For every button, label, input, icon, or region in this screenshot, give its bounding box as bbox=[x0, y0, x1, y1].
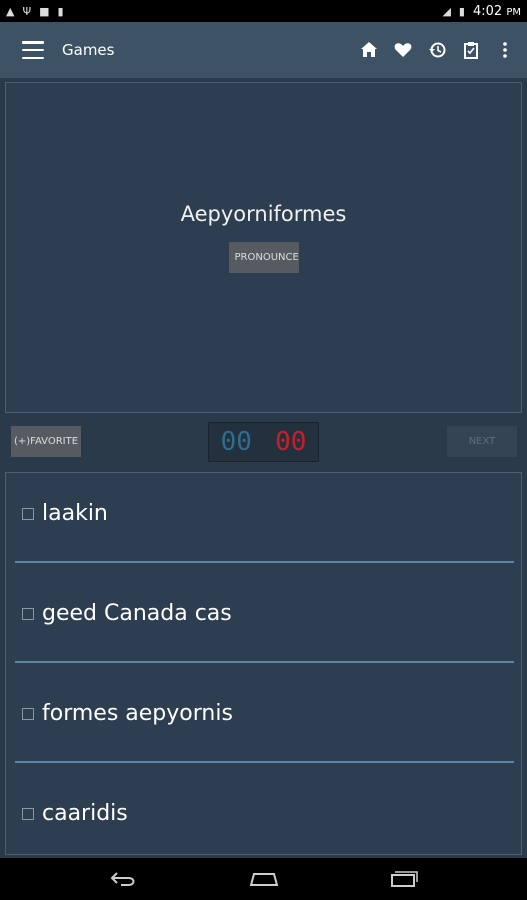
answer-option[interactable]: geed Canada cas bbox=[6, 573, 521, 673]
lock-icon: ■ bbox=[39, 4, 50, 18]
home-icon[interactable] bbox=[359, 40, 379, 60]
home-nav-icon[interactable] bbox=[244, 867, 284, 891]
divider bbox=[15, 561, 514, 563]
scoreboard: 00 00 bbox=[208, 422, 319, 462]
checkbox[interactable] bbox=[22, 807, 34, 820]
system-nav-bar bbox=[0, 858, 527, 900]
answer-option[interactable]: laakin bbox=[6, 473, 521, 573]
clipboard-icon[interactable] bbox=[461, 40, 481, 60]
answer-list: laakin geed Canada cas formes aepyornis … bbox=[5, 472, 522, 855]
menu-icon[interactable] bbox=[22, 41, 44, 59]
answer-label: geed Canada cas bbox=[42, 601, 232, 626]
question-panel: Aepyorniformes PRONOUNCE bbox=[5, 82, 522, 413]
score-correct: 00 bbox=[220, 427, 252, 457]
more-vert-icon[interactable] bbox=[495, 40, 515, 60]
answer-label: laakin bbox=[42, 501, 108, 526]
clock: 4:02 PM bbox=[472, 3, 521, 19]
game-controls: (+)FAVORITE 00 00 NEXT bbox=[0, 420, 527, 464]
question-word: Aepyorniformes bbox=[180, 202, 347, 226]
favorite-button[interactable]: (+)FAVORITE bbox=[11, 426, 81, 457]
score-wrong: 00 bbox=[275, 427, 307, 457]
status-bar: ▲ Ψ ■ ▮ ◢ ▮ 4:02 PM bbox=[0, 0, 527, 22]
usb-icon: Ψ bbox=[22, 4, 32, 18]
page-title: Games bbox=[62, 41, 115, 59]
sd-card-icon: ▮ bbox=[57, 4, 64, 18]
answer-label: formes aepyornis bbox=[42, 701, 233, 726]
checkbox[interactable] bbox=[22, 507, 34, 520]
answer-label: caaridis bbox=[42, 801, 128, 826]
history-icon[interactable] bbox=[427, 40, 447, 60]
checkbox[interactable] bbox=[22, 707, 34, 720]
recents-icon[interactable] bbox=[384, 867, 424, 891]
pronounce-button[interactable]: PRONOUNCE bbox=[228, 242, 299, 273]
checkbox[interactable] bbox=[22, 607, 34, 620]
divider bbox=[15, 761, 514, 763]
battery-icon: ▮ bbox=[458, 4, 465, 18]
app-bar: Games bbox=[0, 22, 527, 78]
next-button[interactable]: NEXT bbox=[447, 426, 517, 457]
back-icon[interactable] bbox=[104, 867, 144, 891]
heart-icon[interactable] bbox=[393, 40, 413, 60]
signal-icon: ◢ bbox=[442, 4, 451, 18]
divider bbox=[15, 661, 514, 663]
answer-option[interactable]: formes aepyornis bbox=[6, 673, 521, 773]
warning-icon: ▲ bbox=[6, 4, 15, 18]
